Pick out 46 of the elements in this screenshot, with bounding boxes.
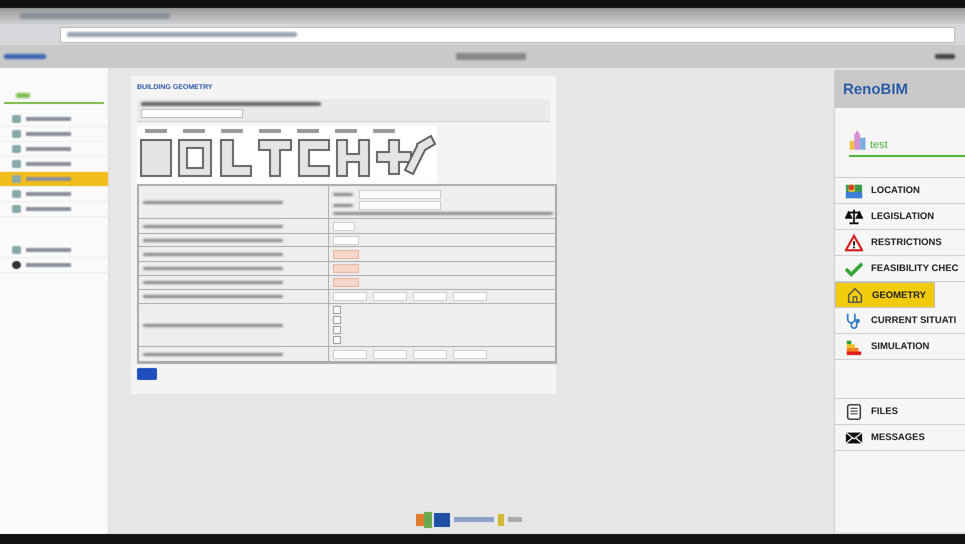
illegible-text bbox=[456, 53, 526, 60]
menu-item[interactable]: LEGISLATION bbox=[835, 204, 965, 230]
menu-item[interactable]: MESSAGES bbox=[835, 425, 965, 451]
illegible-text bbox=[935, 54, 955, 59]
input-field[interactable] bbox=[373, 350, 407, 358]
input-field[interactable] bbox=[413, 292, 447, 301]
input-field[interactable] bbox=[333, 350, 367, 358]
map-icon bbox=[845, 182, 863, 200]
illegible-text bbox=[16, 93, 30, 98]
input-field[interactable] bbox=[453, 350, 487, 358]
stethoscope-icon bbox=[845, 312, 863, 330]
input-field[interactable] bbox=[413, 350, 447, 358]
input-field[interactable] bbox=[373, 292, 407, 301]
menu-item[interactable]: SIMULATION bbox=[835, 334, 965, 360]
illegible-text bbox=[4, 54, 46, 59]
project-name: test bbox=[870, 139, 888, 151]
energy-label-icon bbox=[845, 338, 863, 356]
input-field[interactable] bbox=[333, 278, 359, 287]
menu-item[interactable]: LOCATION bbox=[835, 178, 965, 204]
input-field[interactable] bbox=[453, 292, 487, 301]
house-icon bbox=[846, 286, 864, 304]
menu-item[interactable]: GEOMETRY bbox=[835, 282, 935, 308]
menu-item[interactable]: CURRENT SITUATI bbox=[835, 308, 965, 334]
form-button[interactable] bbox=[137, 368, 157, 380]
input-field[interactable] bbox=[359, 190, 441, 198]
browser-tab[interactable] bbox=[20, 13, 170, 19]
address-bar[interactable] bbox=[60, 26, 955, 42]
input-field[interactable] bbox=[333, 250, 359, 258]
dropdown[interactable] bbox=[333, 222, 355, 230]
buildings-icon bbox=[849, 129, 867, 151]
checkbox[interactable] bbox=[333, 336, 341, 344]
input-field[interactable] bbox=[333, 264, 359, 273]
checkbox[interactable] bbox=[333, 306, 341, 314]
input-field[interactable] bbox=[333, 292, 367, 301]
menu-item[interactable]: RESTRICTIONS bbox=[835, 230, 965, 256]
app-title: RenoBIM bbox=[843, 80, 908, 98]
dropdown[interactable] bbox=[141, 109, 243, 118]
warning-icon bbox=[845, 234, 863, 252]
document-icon bbox=[845, 402, 863, 420]
checkbox[interactable] bbox=[333, 316, 341, 324]
input-field[interactable] bbox=[333, 236, 359, 244]
input-field[interactable] bbox=[359, 200, 441, 210]
checkbox[interactable] bbox=[333, 326, 341, 334]
scales-icon bbox=[845, 208, 863, 226]
check-icon bbox=[845, 260, 863, 278]
menu-item[interactable]: FILES bbox=[835, 399, 965, 425]
